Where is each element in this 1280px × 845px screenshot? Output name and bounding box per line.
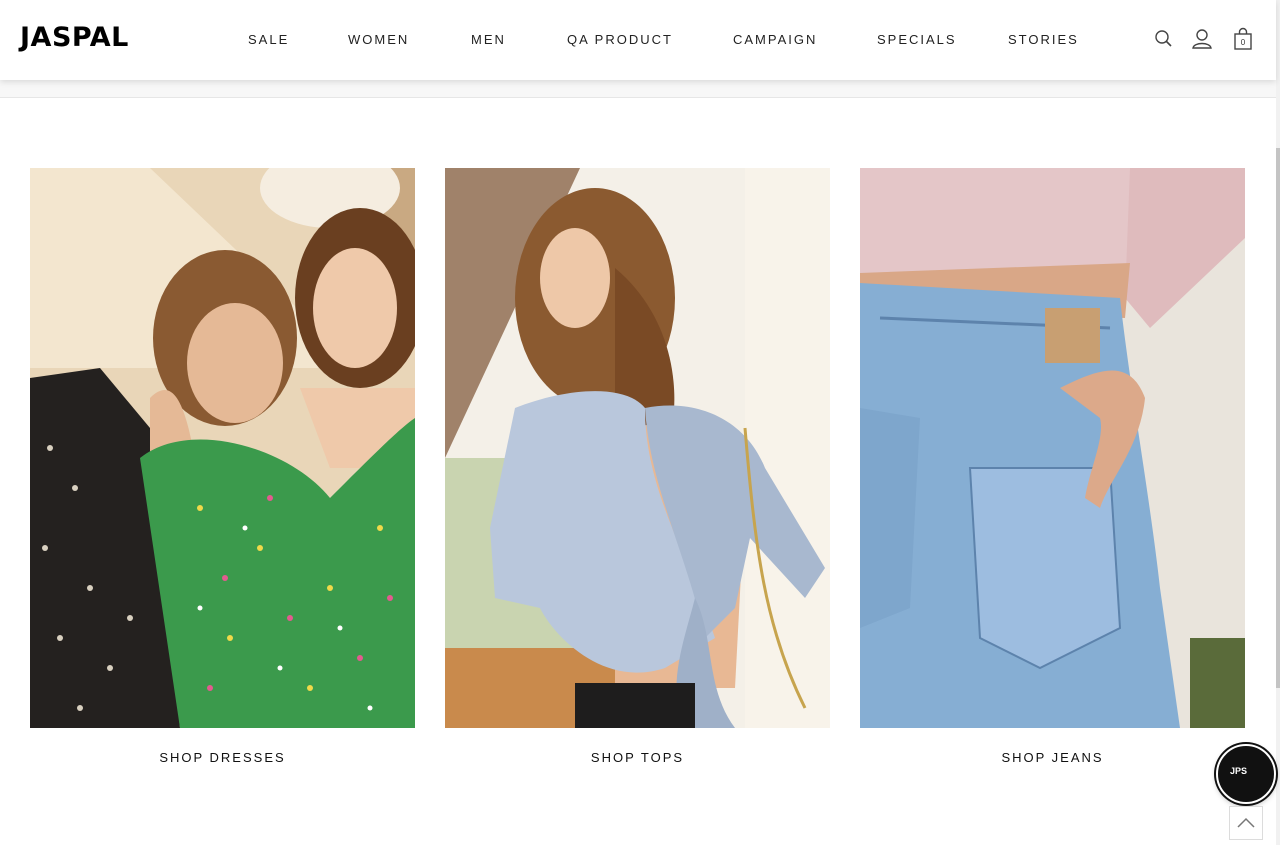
chat-widget-button[interactable]: JPS (1216, 744, 1276, 804)
scrollbar-thumb[interactable] (1276, 148, 1280, 688)
shopping-bag-icon[interactable]: 0 (1231, 27, 1255, 51)
nav-item-women[interactable]: WOMEN (348, 32, 409, 47)
page-scrollbar[interactable] (1276, 0, 1280, 845)
nav-item-stories[interactable]: STORIES (1008, 32, 1079, 47)
header-sub-bar (0, 80, 1276, 98)
brand-logo[interactable]: JASPAL (20, 22, 129, 53)
shop-tops-link[interactable]: SHOP TOPS (445, 750, 830, 765)
category-tile-dresses[interactable] (30, 168, 415, 728)
site-header: JASPAL SALE WOMEN MEN QA PRODUCT CAMPAIG… (0, 0, 1276, 80)
back-to-top-button[interactable] (1229, 806, 1263, 840)
nav-item-campaign[interactable]: CAMPAIGN (733, 32, 817, 47)
cart-count-badge: 0 (1240, 38, 1246, 47)
nav-item-men[interactable]: MEN (471, 32, 506, 47)
category-tile-jeans[interactable] (860, 168, 1245, 728)
user-icon[interactable] (1190, 27, 1214, 51)
dresses-photo (30, 168, 415, 728)
shop-dresses-link[interactable]: SHOP DRESSES (30, 750, 415, 765)
tops-photo (445, 168, 830, 728)
category-tile-tops[interactable] (445, 168, 830, 728)
nav-item-qa-product[interactable]: QA PRODUCT (567, 32, 673, 47)
search-icon[interactable] (1152, 27, 1176, 51)
shop-jeans-link[interactable]: SHOP JEANS (860, 750, 1245, 765)
nav-item-specials[interactable]: SPECIALS (877, 32, 957, 47)
chevron-up-icon (1237, 817, 1255, 828)
jeans-photo (860, 168, 1245, 728)
nav-item-sale[interactable]: SALE (248, 32, 289, 47)
chat-bubble-icon: JPS (1230, 766, 1248, 776)
